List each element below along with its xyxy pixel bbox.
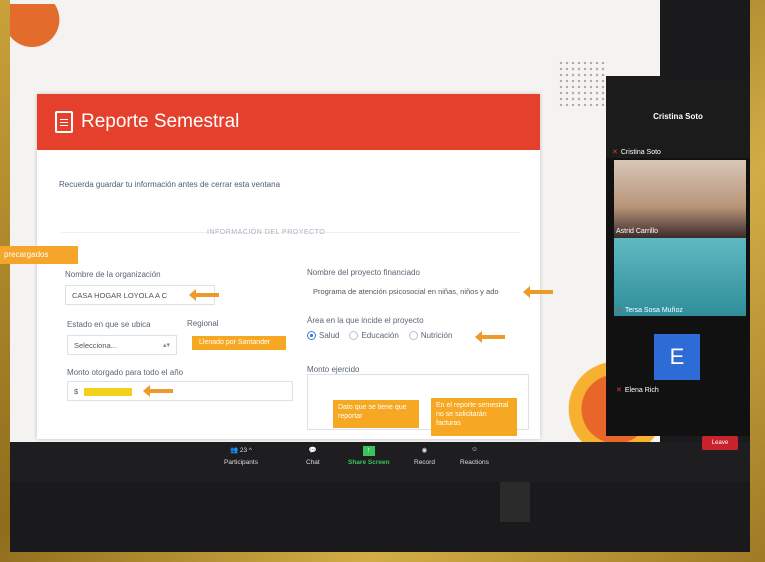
- modal-header: Reporte Semestral: [37, 94, 540, 150]
- annotation-arrow: [143, 385, 173, 397]
- state-label: Estado en que se ubica: [67, 320, 151, 329]
- project-label: Nombre del proyecto financiado: [307, 268, 420, 277]
- avatar: E: [654, 334, 700, 380]
- tile-label: ✕ Cristina Soto: [612, 148, 661, 157]
- tile-label: Astrid Carrillo: [616, 228, 659, 235]
- annotation-arrow: [523, 286, 553, 298]
- monitor-stand: [500, 482, 530, 522]
- video-tile[interactable]: ✕ Tersa Sosa Muñoz: [614, 238, 746, 316]
- chat-button[interactable]: 💬 Chat: [306, 446, 320, 466]
- participant-video-panel: Cristina Soto ✕ Cristina Soto Astrid Car…: [606, 76, 750, 436]
- shared-web-page: Reporte Semestral Recuerda guardar tu in…: [10, 0, 660, 442]
- state-select[interactable]: Selecciona... ▴▾: [67, 335, 177, 355]
- monitor-screen: Reporte Semestral Recuerda guardar tu in…: [10, 0, 750, 552]
- mic-muted-icon: ✕: [612, 149, 618, 156]
- section-heading: INFORMACIÓN DEL PROYECTO: [207, 229, 326, 236]
- reactions-button[interactable]: ☺ Reactions: [460, 446, 489, 466]
- record-icon: ◉: [421, 447, 428, 454]
- radio-nutricion[interactable]: Nutrición: [408, 331, 452, 340]
- radio-selected-icon: [307, 331, 316, 340]
- chat-icon: 💬: [308, 447, 317, 454]
- report-modal: Reporte Semestral Recuerda guardar tu in…: [37, 94, 553, 439]
- decorative-dots: [558, 60, 608, 106]
- amount-field[interactable]: $: [67, 381, 293, 401]
- tile-label: ✕ Elena Rich: [616, 386, 659, 395]
- reactions-icon: ☺: [471, 446, 478, 453]
- save-notice: Recuerda guardar tu información antes de…: [59, 180, 281, 189]
- mic-muted-icon: ✕: [616, 387, 622, 394]
- leave-button[interactable]: Leave: [702, 436, 738, 450]
- mic-muted-icon: ✕: [616, 307, 622, 314]
- org-label: Nombre de la organización: [65, 270, 161, 279]
- video-tile[interactable]: Astrid Carrillo: [614, 160, 746, 238]
- regional-label: Regional: [187, 319, 219, 328]
- speaker-name: Cristina Soto: [653, 112, 703, 121]
- state-select-value: Selecciona...: [74, 341, 117, 350]
- radio-educacion[interactable]: Educación: [349, 331, 399, 340]
- select-arrow-icon: ▴▾: [162, 342, 170, 349]
- share-screen-button[interactable]: ↑ Share Screen: [348, 446, 390, 466]
- area-radio-group: Salud Educación Nutrición: [307, 331, 452, 340]
- invoice-note: En el reporte semestral no se solicitará…: [431, 398, 517, 436]
- photo-frame: Reporte Semestral Recuerda guardar tu in…: [0, 0, 765, 562]
- annotation-arrow: [189, 289, 219, 301]
- radio-icon: [349, 331, 359, 340]
- amount-label: Monto otorgado para todo el año: [67, 368, 184, 377]
- precargados-tag: precargados: [0, 246, 78, 264]
- participants-icon: 👥 23 ^: [229, 447, 252, 454]
- record-button[interactable]: ◉ Record: [414, 446, 435, 466]
- share-screen-icon: ↑: [362, 446, 375, 456]
- participants-button[interactable]: 👥 23 ^ Participants: [224, 446, 258, 466]
- radio-icon: [408, 331, 418, 340]
- active-speaker-tile: Cristina Soto ✕ Cristina Soto: [606, 76, 750, 158]
- tile-label: ✕ Tersa Sosa Muñoz: [616, 306, 683, 315]
- meeting-toolbar: 👥 23 ^ Participants 💬 Chat ↑ Share Scree…: [10, 442, 750, 482]
- report-note: Dato que se tiene que reportar: [333, 400, 419, 428]
- project-name-field[interactable]: Programa de atención psicosocial en niña…: [307, 282, 517, 302]
- decorative-shape: [10, 4, 80, 56]
- spent-label: Monto ejercido: [307, 365, 360, 374]
- radio-salud[interactable]: Salud: [307, 331, 339, 340]
- area-label: Área en la que incide el proyecto: [307, 316, 424, 325]
- regional-note: Llenado por Santander: [192, 336, 286, 350]
- highlight-mark: [84, 388, 133, 397]
- annotation-arrow: [475, 331, 505, 343]
- amount-value: $: [74, 387, 79, 396]
- modal-title: Reporte Semestral: [81, 111, 240, 132]
- document-icon: [55, 111, 73, 133]
